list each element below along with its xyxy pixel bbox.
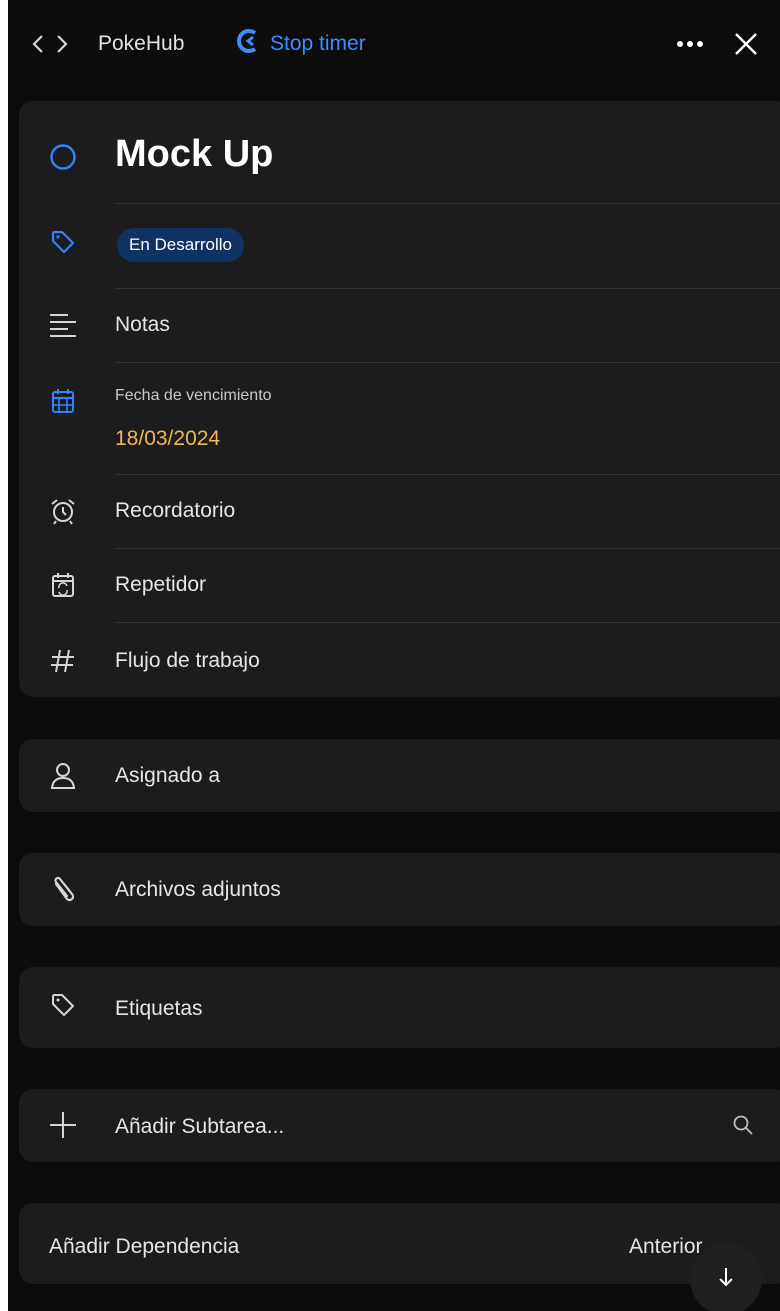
paperclip-icon: [47, 874, 79, 906]
arrow-down-icon: [716, 1266, 736, 1293]
project-name[interactable]: PokeHub: [98, 26, 184, 62]
notes-icon: [47, 309, 79, 341]
alarm-clock-icon: [47, 495, 79, 527]
due-date-value: 18/03/2024: [115, 427, 221, 450]
workflow-label: Flujo de trabajo: [115, 649, 260, 672]
complete-checkbox-icon[interactable]: [47, 141, 79, 173]
nav-arrows-icon[interactable]: [28, 26, 82, 62]
repeat-row[interactable]: Repetidor: [19, 549, 780, 622]
top-bar: PokeHub Stop timer: [8, 0, 780, 88]
tags-label: Etiquetas: [115, 997, 203, 1020]
tag-icon: [47, 226, 79, 258]
more-icon[interactable]: [670, 26, 710, 62]
due-date-row[interactable]: Fecha de vencimiento 18/03/2024: [19, 363, 780, 474]
task-card: Mock Up En Desarrollo Notas Fecha de ven…: [19, 101, 780, 697]
dependency-card[interactable]: Añadir Dependencia Anterior: [19, 1203, 780, 1284]
reminder-row[interactable]: Recordatorio: [19, 475, 780, 548]
assigned-label: Asignado a: [115, 764, 221, 787]
repeat-calendar-icon: [47, 569, 79, 601]
search-icon[interactable]: [727, 1109, 759, 1141]
workflow-row[interactable]: Flujo de trabajo: [19, 623, 780, 697]
person-icon: [47, 760, 79, 792]
timer-icon: [236, 28, 262, 60]
hashtag-icon: [47, 645, 79, 677]
reminder-label: Recordatorio: [115, 499, 236, 522]
notes-row[interactable]: Notas: [19, 289, 780, 362]
status-badge[interactable]: En Desarrollo: [117, 228, 244, 262]
subtask-input[interactable]: Añadir Subtarea...: [115, 1115, 284, 1139]
close-icon[interactable]: [728, 26, 764, 62]
timer-label: Stop timer: [270, 32, 366, 55]
notes-label: Notas: [115, 313, 170, 336]
due-date-label: Fecha de vencimiento: [115, 387, 272, 404]
attachments-card[interactable]: Archivos adjuntos: [19, 853, 780, 926]
task-detail-panel: PokeHub Stop timer Mock Up En Desarrollo…: [8, 0, 780, 1311]
calendar-icon: [47, 385, 79, 417]
tag-outline-icon: [47, 989, 79, 1021]
status-row: En Desarrollo: [19, 204, 780, 288]
assigned-card[interactable]: Asignado a: [19, 739, 780, 812]
scroll-down-button[interactable]: [690, 1243, 762, 1311]
subtask-card[interactable]: Añadir Subtarea...: [19, 1089, 780, 1162]
dependency-value[interactable]: Anterior: [629, 1235, 703, 1259]
stop-timer-button[interactable]: Stop timer: [236, 26, 366, 62]
tags-card[interactable]: Etiquetas: [19, 967, 780, 1048]
attachments-label: Archivos adjuntos: [115, 878, 281, 901]
dependency-label: Añadir Dependencia: [49, 1235, 240, 1258]
task-title[interactable]: Mock Up: [115, 133, 273, 176]
title-row: Mock Up: [19, 101, 780, 203]
repeat-label: Repetidor: [115, 573, 207, 596]
plus-icon: [47, 1109, 79, 1141]
